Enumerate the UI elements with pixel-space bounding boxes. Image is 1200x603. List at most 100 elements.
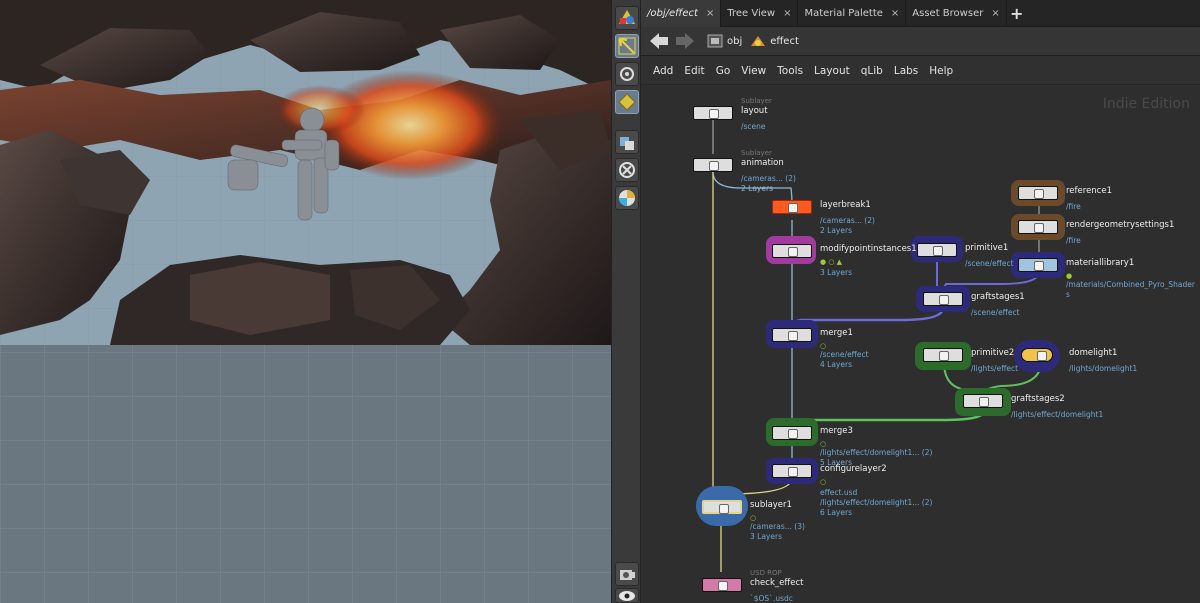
node-name[interactable]: merge1: [820, 328, 853, 338]
node-icon[interactable]: [772, 464, 812, 478]
node-icon[interactable]: [772, 244, 812, 258]
node-icon[interactable]: [923, 348, 963, 362]
node-name[interactable]: graftstages2: [1011, 394, 1065, 404]
node-icon[interactable]: [923, 292, 963, 306]
menu-add[interactable]: Add: [653, 65, 673, 77]
node-icon[interactable]: [772, 426, 812, 440]
menu-view[interactable]: View: [741, 65, 766, 77]
close-icon[interactable]: ×: [991, 8, 999, 19]
node-info: effect.usd: [820, 488, 858, 497]
menu-qlib[interactable]: qLib: [861, 65, 883, 77]
breadcrumb-effect[interactable]: effect: [750, 31, 799, 51]
node-icon[interactable]: [772, 200, 812, 214]
tool-shelf: [611, 0, 641, 603]
node-flags[interactable]: ●: [1066, 272, 1072, 280]
object-mode-icon[interactable]: [615, 6, 639, 30]
display-options-icon[interactable]: [615, 130, 639, 154]
pane-tab-bar: /obj/effect × Tree View × Material Palet…: [641, 0, 1200, 27]
eye-icon[interactable]: [615, 588, 639, 603]
node-name[interactable]: sublayer1: [750, 500, 792, 510]
node-info: 6 Layers: [820, 508, 852, 517]
handle-tool-icon[interactable]: [615, 90, 639, 114]
node-info: /scene: [741, 122, 766, 131]
menu-edit[interactable]: Edit: [684, 65, 704, 77]
tab-obj-effect[interactable]: /obj/effect ×: [641, 0, 722, 27]
close-icon[interactable]: ×: [783, 8, 791, 19]
node-name[interactable]: merge3: [820, 426, 853, 436]
node-name[interactable]: reference1: [1066, 186, 1112, 196]
node-icon[interactable]: [1018, 186, 1058, 200]
node-icon[interactable]: [702, 578, 742, 592]
node-icon[interactable]: [917, 243, 957, 257]
render-icon[interactable]: [615, 562, 639, 586]
node-name[interactable]: configurelayer2: [820, 464, 887, 474]
node-icon[interactable]: [772, 328, 812, 342]
node-info: /lights/effect/domelight1: [1011, 410, 1104, 419]
node-name[interactable]: animation: [741, 158, 784, 168]
node-flags[interactable]: ○: [820, 440, 826, 448]
node-info: /cameras... (2): [741, 174, 796, 183]
light-bulb-icon[interactable]: [1021, 348, 1053, 362]
node-icon[interactable]: [702, 500, 742, 514]
node-network-canvas[interactable]: Indie Edition Sublayer layout /scene Sub…: [641, 86, 1200, 603]
node-info: s: [1066, 290, 1070, 299]
node-info: 3 Layers: [820, 268, 852, 277]
breadcrumb-obj[interactable]: obj: [707, 31, 742, 51]
tab-tree-view[interactable]: Tree View ×: [721, 0, 799, 27]
color-wheel-icon[interactable]: [615, 186, 639, 210]
select-icon[interactable]: [615, 34, 639, 58]
node-name[interactable]: check_effect: [750, 578, 803, 588]
node-info: /materials/Combined_Pyro_Shader: [1066, 280, 1195, 289]
node-type-label: USD ROP: [750, 569, 782, 577]
tab-material-palette[interactable]: Material Palette ×: [798, 0, 907, 27]
close-icon[interactable]: ×: [891, 8, 899, 19]
node-flags[interactable]: ○: [750, 514, 756, 522]
menu-tools[interactable]: Tools: [777, 65, 803, 77]
node-icon[interactable]: [693, 106, 733, 120]
menu-layout[interactable]: Layout: [814, 65, 850, 77]
obj-network-icon: [707, 34, 723, 48]
back-arrow-icon[interactable]: [647, 30, 671, 52]
menu-help[interactable]: Help: [929, 65, 953, 77]
view-tool-icon[interactable]: [615, 62, 639, 86]
node-flags[interactable]: ○: [820, 478, 826, 486]
breadcrumb-label: effect: [770, 35, 799, 47]
node-name[interactable]: domelight1: [1069, 348, 1117, 358]
viewport-render: [0, 0, 611, 603]
add-tab-button[interactable]: +: [1007, 0, 1027, 27]
forward-arrow-icon[interactable]: [673, 30, 697, 52]
menu-labs[interactable]: Labs: [894, 65, 918, 77]
tab-label: /obj/effect: [647, 8, 698, 19]
node-icon[interactable]: [693, 158, 733, 172]
breadcrumb-label: obj: [727, 35, 743, 47]
scene-viewport[interactable]: [0, 0, 611, 603]
node-icon[interactable]: [963, 394, 1003, 408]
node-name[interactable]: primitive1: [965, 243, 1008, 253]
node-name[interactable]: layout: [741, 106, 768, 116]
node-info: /lights/effect/domelight1... (2): [820, 498, 933, 507]
node-flags[interactable]: ○: [820, 342, 826, 350]
node-icon[interactable]: [1018, 220, 1058, 234]
tab-label: Tree View: [727, 8, 776, 19]
node-name[interactable]: modifypointinstances1: [820, 244, 917, 254]
node-name[interactable]: materiallibrary1: [1066, 258, 1134, 268]
node-info: 4 Layers: [820, 360, 852, 369]
node-name[interactable]: rendergeometrysettings1: [1066, 220, 1174, 230]
effect-node-icon: [751, 36, 766, 46]
node-flags[interactable]: ● ○ ▲: [820, 258, 842, 266]
node-name[interactable]: graftstages1: [971, 292, 1025, 302]
node-name[interactable]: layerbreak1: [820, 200, 871, 210]
node-info: /lights/effect: [971, 364, 1019, 373]
node-info: /scene/effect: [965, 259, 1014, 268]
node-name[interactable]: primitive2: [971, 348, 1014, 358]
network-editor-pane: /obj/effect × Tree View × Material Palet…: [641, 0, 1200, 603]
menu-go[interactable]: Go: [716, 65, 731, 77]
snapping-icon[interactable]: [615, 158, 639, 182]
tab-label: Asset Browser: [912, 8, 984, 19]
node-type-label: Sublayer: [741, 97, 772, 105]
node-info: /lights/effect/domelight1... (2): [820, 448, 933, 457]
node-info: /scene/effect: [820, 350, 869, 359]
node-icon[interactable]: [1018, 258, 1058, 272]
close-icon[interactable]: ×: [706, 8, 714, 19]
tab-asset-browser[interactable]: Asset Browser ×: [906, 0, 1007, 27]
